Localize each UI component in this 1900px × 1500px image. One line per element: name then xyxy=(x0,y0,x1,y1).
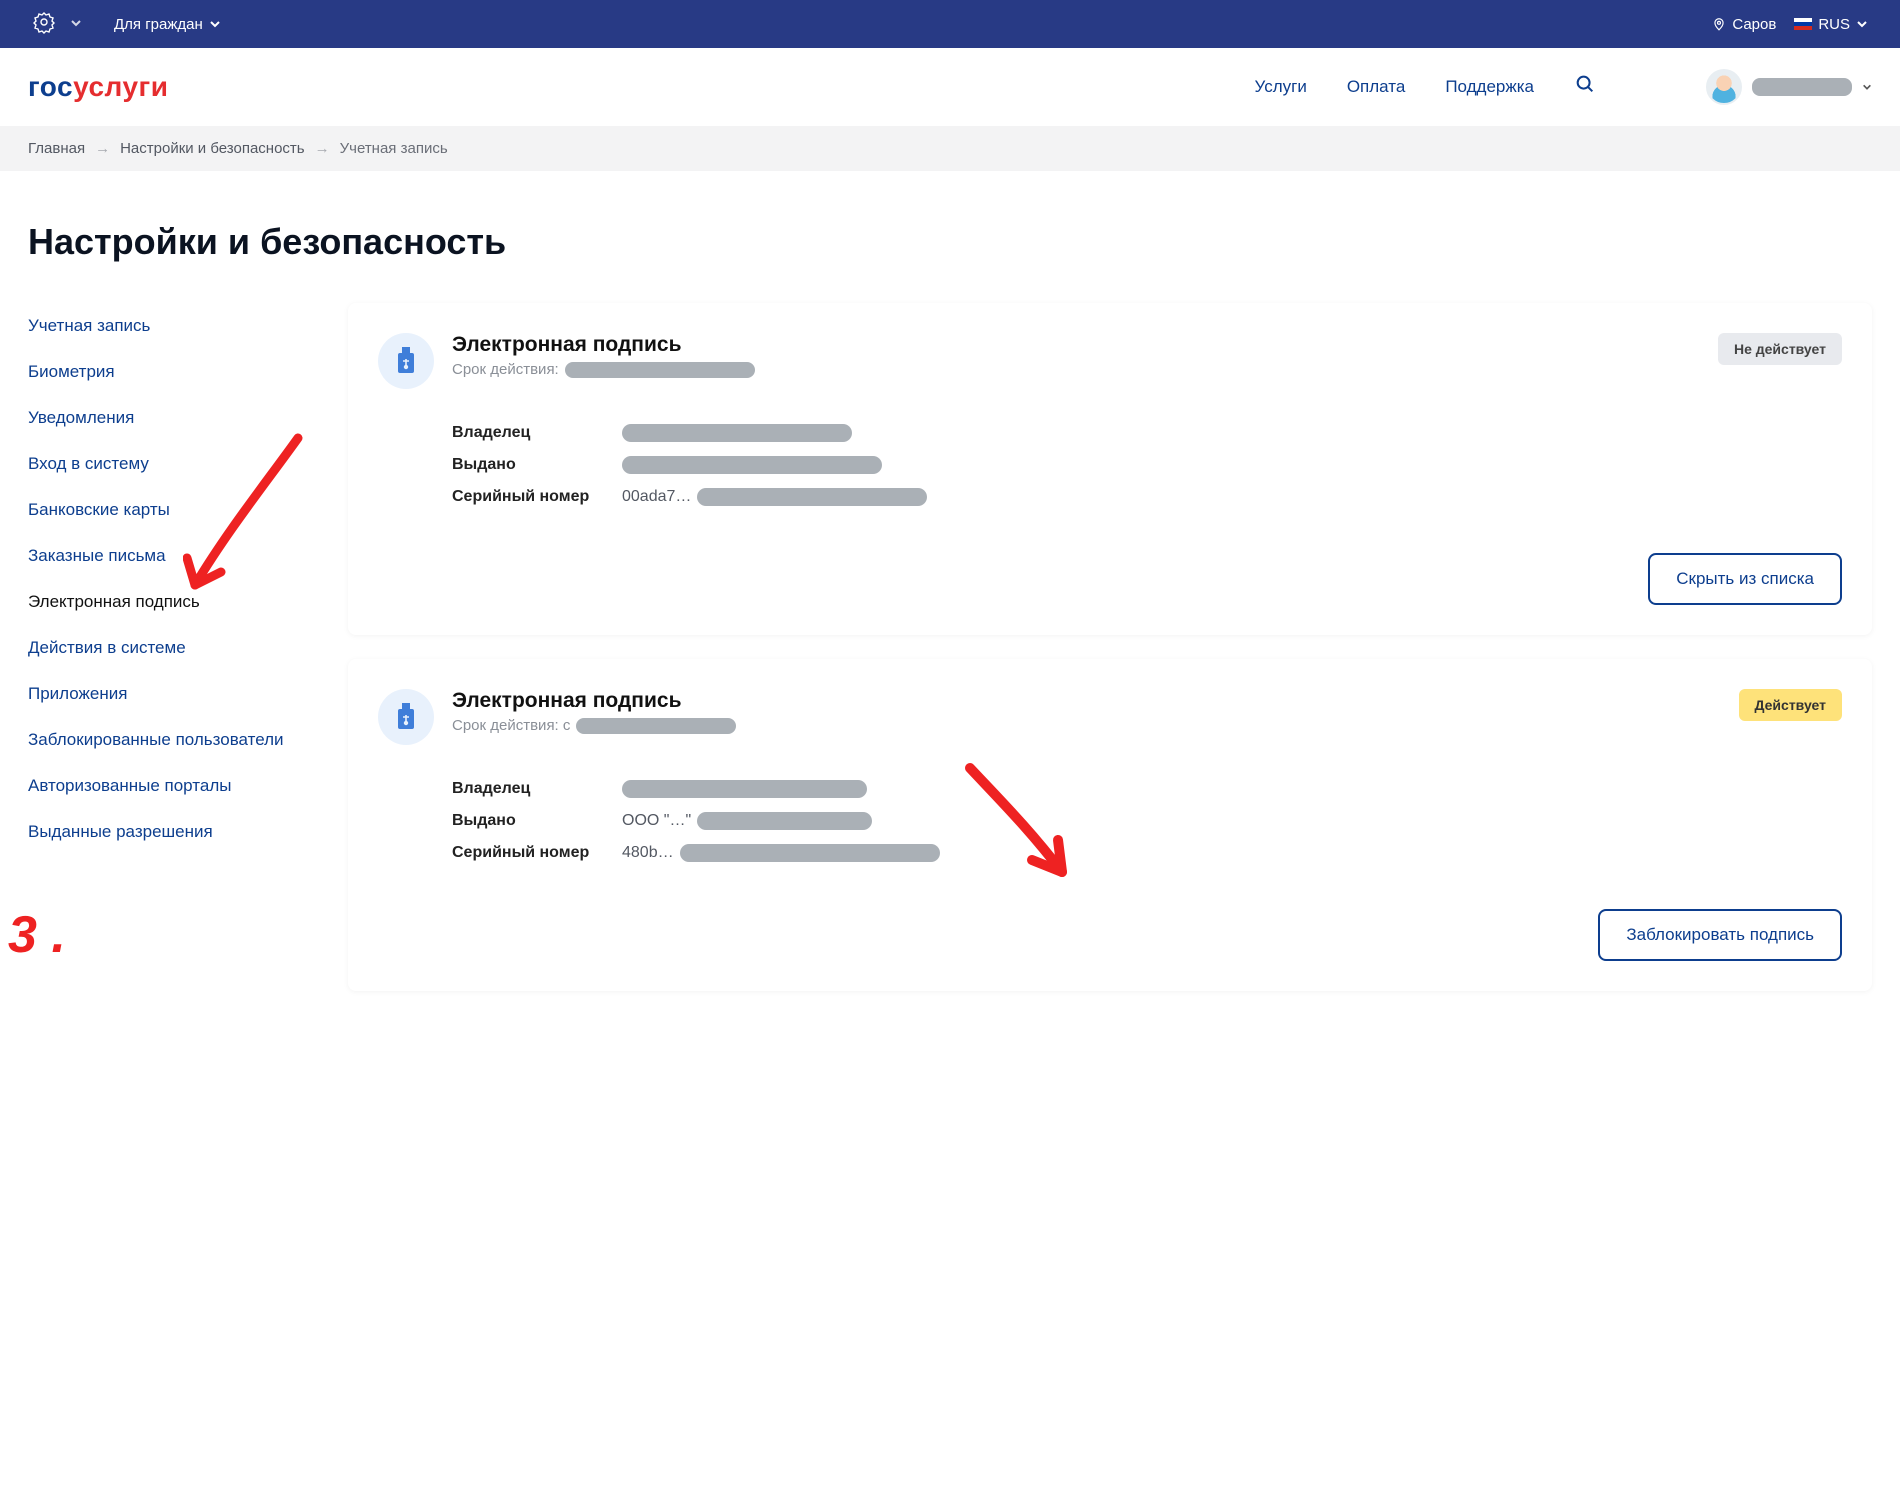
user-name-redacted xyxy=(1752,78,1852,96)
sidebar-item-apps[interactable]: Приложения xyxy=(28,671,318,717)
avatar xyxy=(1706,69,1742,105)
status-badge-inactive: Не действует xyxy=(1718,333,1842,365)
language-selector[interactable]: RUS xyxy=(1794,16,1868,33)
sidebar-item-notifications[interactable]: Уведомления xyxy=(28,395,318,441)
nav-payment[interactable]: Оплата xyxy=(1347,77,1405,97)
signature-card: Электронная подпись Срок действия: с Дей… xyxy=(348,659,1872,991)
serial-value: 480b… xyxy=(622,844,674,862)
issued-value-redacted xyxy=(697,812,872,830)
breadcrumb-home[interactable]: Главная xyxy=(28,140,85,157)
user-menu[interactable] xyxy=(1706,69,1872,105)
owner-label: Владелец xyxy=(452,424,622,442)
site-logo[interactable]: госуслуги xyxy=(28,71,168,103)
owner-label: Владелец xyxy=(452,780,622,798)
usb-key-icon xyxy=(378,689,434,745)
sidebar-item-login[interactable]: Вход в систему xyxy=(28,441,318,487)
signature-card: Электронная подпись Срок действия: Не де… xyxy=(348,303,1872,635)
page-title: Настройки и безопасность xyxy=(28,221,1872,263)
expiry-value-redacted xyxy=(565,362,755,378)
hide-from-list-button[interactable]: Скрыть из списка xyxy=(1648,553,1842,605)
search-icon[interactable] xyxy=(1574,73,1596,100)
usb-key-icon xyxy=(378,333,434,389)
owner-value-redacted xyxy=(622,780,867,798)
flag-ru-icon xyxy=(1794,18,1812,30)
sidebar-item-letters[interactable]: Заказные письма xyxy=(28,533,318,579)
chevron-down-icon xyxy=(1862,82,1872,92)
issued-label: Выдано xyxy=(452,456,622,474)
block-signature-button[interactable]: Заблокировать подпись xyxy=(1598,909,1842,961)
audience-selector[interactable]: Для граждан xyxy=(114,16,221,33)
expiry-label: Срок действия: с xyxy=(452,717,570,734)
sidebar-item-blocked-users[interactable]: Заблокированные пользователи xyxy=(28,717,318,763)
sidebar-item-activity[interactable]: Действия в системе xyxy=(28,625,318,671)
sidebar-item-cards[interactable]: Банковские карты xyxy=(28,487,318,533)
location-pin-icon xyxy=(1712,17,1726,31)
serial-label: Серийный номер xyxy=(452,844,622,862)
serial-label: Серийный номер xyxy=(452,488,622,506)
expiry-value-redacted xyxy=(576,718,736,734)
nav-support[interactable]: Поддержка xyxy=(1445,77,1534,97)
breadcrumb-current: Учетная запись xyxy=(340,140,448,157)
audience-label: Для граждан xyxy=(114,16,203,33)
owner-value-redacted xyxy=(622,424,852,442)
settings-sidebar: Учетная запись Биометрия Уведомления Вхо… xyxy=(28,303,318,1015)
issued-value-redacted xyxy=(622,456,882,474)
status-badge-active: Действует xyxy=(1739,689,1843,721)
location-selector[interactable]: Саров xyxy=(1712,16,1776,33)
breadcrumb: Главная → Настройки и безопасность → Уче… xyxy=(0,126,1900,171)
expiry-label: Срок действия: xyxy=(452,361,559,378)
sidebar-item-permissions[interactable]: Выданные разрешения xyxy=(28,809,318,855)
serial-redacted xyxy=(680,844,940,862)
city-label: Саров xyxy=(1732,16,1776,33)
card-title: Электронная подпись xyxy=(452,333,1700,357)
issued-label: Выдано xyxy=(452,812,622,830)
serial-value: 00ada7… xyxy=(622,488,691,506)
serial-redacted xyxy=(697,488,927,506)
breadcrumb-settings[interactable]: Настройки и безопасность xyxy=(120,140,305,157)
sidebar-item-biometrics[interactable]: Биометрия xyxy=(28,349,318,395)
card-title: Электронная подпись xyxy=(452,689,1721,713)
issued-value: ООО "…" xyxy=(622,812,691,830)
chevron-down-icon[interactable] xyxy=(70,16,82,33)
sidebar-item-esignature[interactable]: Электронная подпись xyxy=(28,579,318,625)
nav-services[interactable]: Услуги xyxy=(1255,77,1307,97)
sidebar-item-portals[interactable]: Авторизованные порталы xyxy=(28,763,318,809)
sidebar-item-account[interactable]: Учетная запись xyxy=(28,303,318,349)
lang-label: RUS xyxy=(1818,16,1850,33)
state-emblem-icon xyxy=(32,10,64,38)
